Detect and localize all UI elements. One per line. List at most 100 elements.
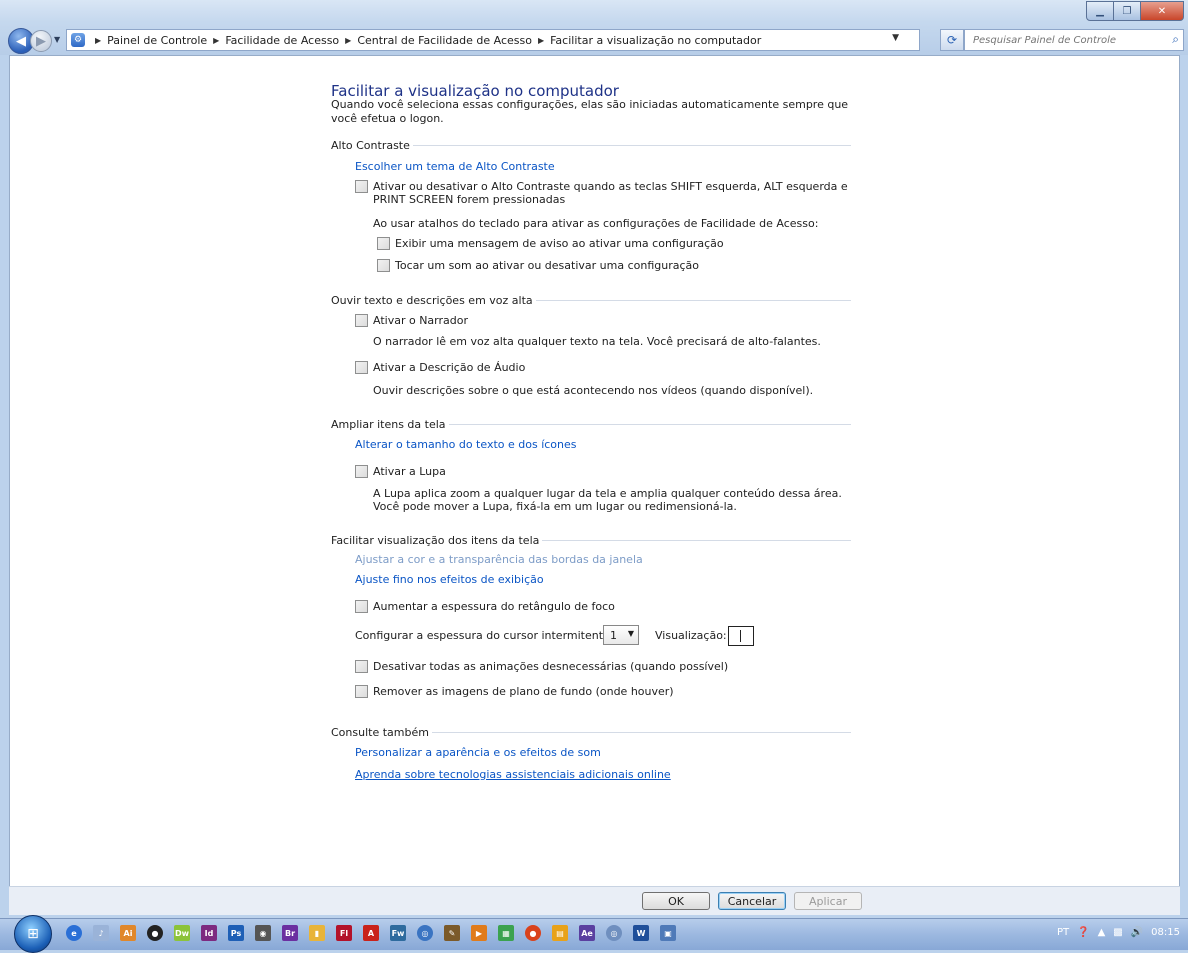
- text-icon-size-link[interactable]: Alterar o tamanho do texto e dos ícones: [355, 438, 577, 451]
- checkbox-box[interactable]: [355, 180, 368, 193]
- sound-checkbox[interactable]: Tocar um som ao ativar ou desativar uma …: [377, 259, 699, 272]
- cursor-thickness-label: Configurar a espessura do cursor intermi…: [355, 629, 614, 642]
- checkbox-label: Tocar um som ao ativar ou desativar uma …: [395, 259, 699, 272]
- window-titlebar: ▁ ❐ ✕ ◀ ▶ ▼ ⚙ ▶ Painel de Controle ▶ Fac…: [0, 0, 1188, 55]
- choose-high-contrast-theme-link[interactable]: Escolher um tema de Alto Contraste: [355, 160, 555, 173]
- chevron-right-icon[interactable]: ▶: [538, 36, 544, 45]
- refresh-button[interactable]: ⟳: [940, 29, 964, 51]
- flash-icon[interactable]: Fl: [336, 925, 352, 941]
- chevron-right-icon[interactable]: ▶: [345, 36, 351, 45]
- magnifier-description: A Lupa aplica zoom a qualquer lugar da t…: [373, 487, 842, 513]
- breadcrumb-current-page[interactable]: Facilitar a visualização no computador: [550, 34, 761, 47]
- explorer-icon[interactable]: ▦: [498, 925, 514, 941]
- chevron-right-icon[interactable]: ▶: [213, 36, 219, 45]
- minimize-button[interactable]: ▁: [1086, 1, 1114, 21]
- section-high-contrast: Alto Contraste: [331, 139, 851, 152]
- address-bar[interactable]: ⚙ ▶ Painel de Controle ▶ Facilidade de A…: [66, 29, 920, 51]
- bridge-icon[interactable]: Br: [282, 925, 298, 941]
- checkbox-label: Ativar ou desativar o Alto Contraste qua…: [373, 180, 848, 206]
- checkbox-box[interactable]: [377, 237, 390, 250]
- media-player-icon[interactable]: ●: [147, 925, 163, 941]
- media-icon[interactable]: ♪: [93, 925, 109, 941]
- network-tray-icon[interactable]: ▩: [1113, 927, 1122, 938]
- files-icon[interactable]: ▤: [552, 925, 568, 941]
- show-hidden-icons-icon[interactable]: ▲: [1098, 927, 1106, 938]
- shortcuts-info-text: Ao usar atalhos do teclado para ativar a…: [373, 217, 819, 230]
- start-button[interactable]: ⊞: [14, 915, 52, 953]
- clock[interactable]: 08:15: [1151, 927, 1180, 938]
- recent-pages-dropdown[interactable]: ▼: [54, 35, 60, 44]
- remove-backgrounds-checkbox[interactable]: Remover as imagens de plano de fundo (on…: [355, 685, 674, 698]
- after-effects-icon[interactable]: Ae: [579, 925, 595, 941]
- section-magnify: Ampliar itens da tela: [331, 418, 851, 431]
- forward-button[interactable]: ▶: [30, 30, 52, 52]
- narrator-checkbox[interactable]: Ativar o Narrador: [355, 314, 468, 327]
- checkbox-box[interactable]: [377, 259, 390, 272]
- checkbox-label: Ativar a Descrição de Áudio: [373, 361, 526, 374]
- breadcrumb-ease-of-access-center[interactable]: Central de Facilidade de Acesso: [357, 34, 532, 47]
- internet-explorer-icon[interactable]: e: [66, 925, 82, 941]
- apply-button[interactable]: Aplicar: [794, 892, 862, 910]
- search-icon[interactable]: ⌕: [1172, 32, 1179, 47]
- disc-icon[interactable]: ◎: [606, 925, 622, 941]
- audio-description-checkbox[interactable]: Ativar a Descrição de Áudio: [355, 361, 525, 374]
- checkbox-box[interactable]: [355, 685, 368, 698]
- checkbox-label: Desativar todas as animações desnecessár…: [373, 660, 729, 673]
- cancel-button[interactable]: Cancelar: [718, 892, 786, 910]
- section-header: Alto Contraste: [331, 139, 410, 152]
- checkbox-box[interactable]: [355, 465, 368, 478]
- close-button[interactable]: ✕: [1140, 1, 1184, 21]
- indesign-icon[interactable]: Id: [201, 925, 217, 941]
- content-pane: Facilitar a visualização no computador Q…: [9, 55, 1180, 888]
- checkbox-label: Ativar a Lupa: [373, 465, 446, 478]
- warning-message-checkbox[interactable]: Exibir uma mensagem de aviso ao ativar u…: [377, 237, 724, 250]
- chevron-down-icon[interactable]: ▼: [628, 629, 634, 638]
- word-icon[interactable]: W: [633, 925, 649, 941]
- assistive-tech-online-link[interactable]: Aprenda sobre tecnologias assistenciais …: [355, 768, 671, 781]
- section-visual-items: Facilitar visualização dos itens da tela: [331, 534, 851, 547]
- checkbox-label: Exibir uma mensagem de aviso ao ativar u…: [395, 237, 724, 250]
- checkbox-box[interactable]: [355, 314, 368, 327]
- help-icon[interactable]: ❓: [1077, 927, 1089, 938]
- firefox-icon[interactable]: ●: [525, 925, 541, 941]
- camera-icon[interactable]: ◉: [255, 925, 271, 941]
- chevron-right-icon[interactable]: ▶: [95, 36, 101, 45]
- acrobat-icon[interactable]: A: [363, 925, 379, 941]
- search-box[interactable]: ⌕: [964, 29, 1184, 51]
- checkbox-box[interactable]: [355, 361, 368, 374]
- control-panel-task-icon[interactable]: ▣: [660, 925, 676, 941]
- fireworks-icon[interactable]: Fw: [390, 925, 406, 941]
- media-center-icon[interactable]: ▶: [471, 925, 487, 941]
- language-indicator[interactable]: PT: [1057, 927, 1069, 938]
- window-border-color-link[interactable]: Ajustar a cor e a transparência das bord…: [355, 553, 643, 566]
- maximize-button[interactable]: ❐: [1113, 1, 1141, 21]
- control-panel-icon: ⚙: [71, 33, 85, 47]
- ok-button[interactable]: OK: [642, 892, 710, 910]
- illustrator-icon[interactable]: Ai: [120, 925, 136, 941]
- network-icon[interactable]: ◎: [417, 925, 433, 941]
- checkbox-label: Aumentar a espessura do retângulo de foc…: [373, 600, 615, 613]
- section-see-also: Consulte também: [331, 726, 851, 739]
- magnifier-checkbox[interactable]: Ativar a Lupa: [355, 465, 446, 478]
- search-input[interactable]: [971, 33, 1165, 47]
- personalize-appearance-link[interactable]: Personalizar a aparência e os efeitos de…: [355, 746, 601, 759]
- checkbox-label: Remover as imagens de plano de fundo (on…: [373, 685, 674, 698]
- focus-rectangle-checkbox[interactable]: Aumentar a espessura do retângulo de foc…: [355, 600, 615, 613]
- dreamweaver-icon[interactable]: Dw: [174, 925, 190, 941]
- disable-animations-checkbox[interactable]: Desativar todas as animações desnecessár…: [355, 660, 728, 673]
- page-intro: Quando você seleciona essas configuraçõe…: [331, 98, 849, 125]
- address-dropdown-icon[interactable]: ▼: [892, 33, 899, 43]
- pen-icon[interactable]: ✎: [444, 925, 460, 941]
- high-contrast-shortcut-checkbox[interactable]: Ativar ou desativar o Alto Contraste qua…: [355, 180, 865, 206]
- breadcrumb-control-panel[interactable]: Painel de Controle: [107, 34, 207, 47]
- display-effects-link[interactable]: Ajuste fino nos efeitos de exibição: [355, 573, 544, 586]
- cursor-thickness-select[interactable]: 1 ▼: [603, 625, 639, 645]
- checkbox-box[interactable]: [355, 600, 368, 613]
- folder-icon[interactable]: ▮: [309, 925, 325, 941]
- volume-icon[interactable]: 🔊: [1131, 927, 1143, 938]
- taskbar: ⊞ e ♪ Ai ● Dw Id Ps ◉ Br ▮ Fl A Fw ◎ ✎ ▶…: [0, 915, 1188, 953]
- checkbox-box[interactable]: [355, 660, 368, 673]
- narrator-description: O narrador lê em voz alta qualquer texto…: [373, 335, 821, 348]
- photoshop-icon[interactable]: Ps: [228, 925, 244, 941]
- breadcrumb-ease-of-access[interactable]: Facilidade de Acesso: [225, 34, 339, 47]
